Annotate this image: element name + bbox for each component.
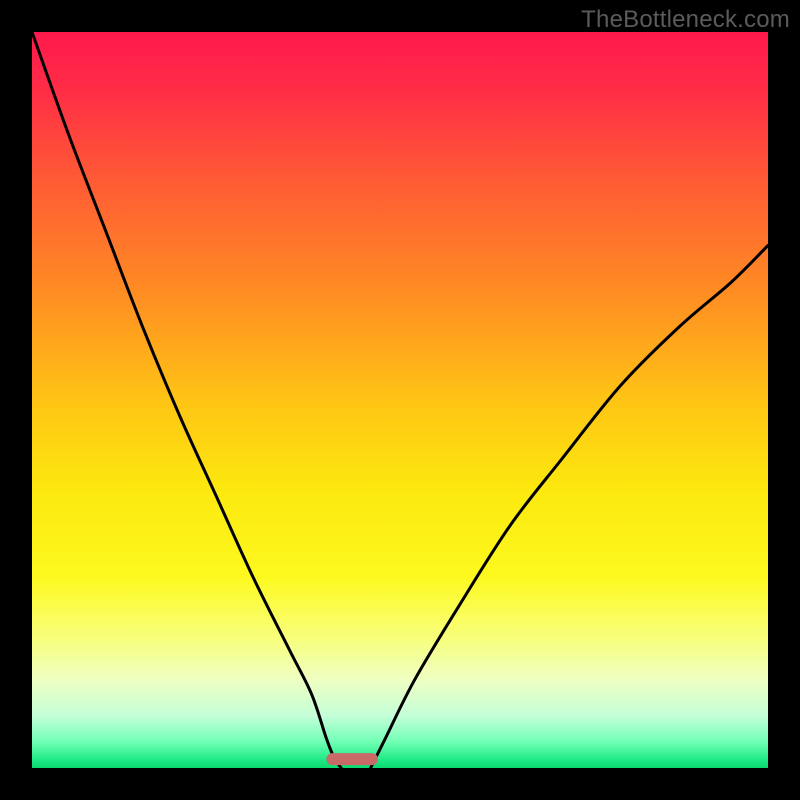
chart-frame: TheBottleneck.com <box>0 0 800 800</box>
gradient-background <box>32 32 768 768</box>
plot-area <box>32 32 768 768</box>
watermark-text: TheBottleneck.com <box>581 6 790 34</box>
bottleneck-marker <box>326 753 378 765</box>
chart-svg <box>32 32 768 768</box>
